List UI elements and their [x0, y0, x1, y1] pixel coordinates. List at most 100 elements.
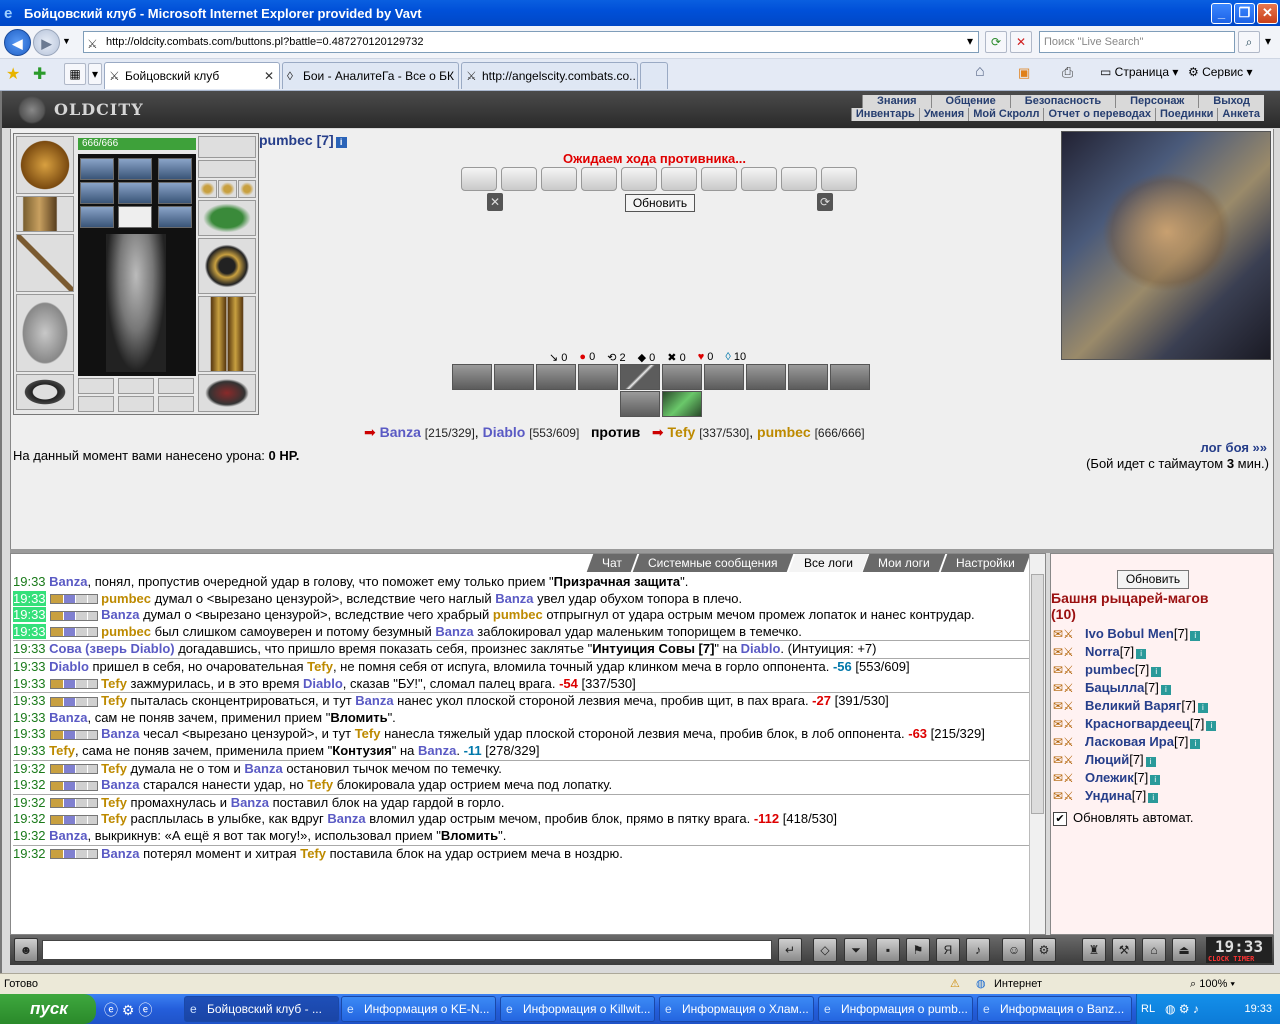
info-icon[interactable]: i [335, 137, 347, 148]
info-icon[interactable]: i [1190, 631, 1201, 641]
skill-icon[interactable] [536, 364, 576, 390]
empty-slot[interactable] [78, 396, 114, 412]
empty-scroll-slot[interactable] [501, 167, 537, 191]
log-time[interactable]: 19:33 [13, 743, 46, 758]
private-message-icon[interactable]: ✉⚔ [1053, 627, 1079, 641]
pet-icon[interactable] [118, 206, 152, 228]
log-time[interactable]: 19:33 [13, 641, 46, 656]
tab-combats[interactable]: ⚔ Бойцовский клуб ✕ [104, 62, 280, 89]
log-player-name[interactable]: Tefy [101, 795, 127, 810]
log-player-name[interactable]: pumbec [101, 591, 151, 606]
menu-character[interactable]: Персонаж [1115, 95, 1199, 108]
menu-skills[interactable]: Умения [918, 108, 969, 121]
log-player-name[interactable]: Tefy [101, 676, 127, 691]
log-player-name[interactable]: Banza [327, 811, 365, 826]
armor-icon[interactable] [16, 294, 74, 372]
tab-system-messages[interactable]: Системные сообщения [632, 554, 793, 572]
log-player-name[interactable]: Diablo [741, 641, 781, 656]
info-icon[interactable]: i [1151, 667, 1162, 677]
private-message-icon[interactable]: ✉⚔ [1053, 771, 1079, 785]
user-name[interactable]: Ivo Bobul Men [1085, 626, 1174, 641]
add-favorite-icon[interactable]: ✚ [33, 64, 46, 84]
tab-all-logs[interactable]: Все логи [788, 554, 868, 572]
room-user[interactable]: ✉⚔ Ундина[7] i [1053, 788, 1271, 806]
info-icon[interactable]: i [1206, 721, 1217, 731]
fighter-banza[interactable]: Banza [380, 424, 421, 440]
tab-list-icon[interactable]: ▾ [88, 63, 102, 85]
menu-inventory[interactable]: Инвентарь [850, 108, 919, 121]
room-refresh-button[interactable]: Обновить [1117, 570, 1189, 589]
sword-skill-icon[interactable] [620, 364, 660, 390]
user-name[interactable]: Великий Варяг [1085, 698, 1181, 713]
address-field[interactable]: ⚔ http://oldcity.combats.com/buttons.pl?… [83, 31, 979, 53]
user-name[interactable]: Ласковая Ира [1085, 734, 1174, 749]
menu-knowledge[interactable]: Знания [862, 95, 931, 108]
log-player-name[interactable]: Banza [101, 607, 139, 622]
user-name[interactable]: pumbec [1085, 662, 1135, 677]
log-player-name[interactable]: Tefy [49, 743, 75, 758]
user-name[interactable]: Бацылла [1085, 680, 1144, 695]
language-indicator[interactable]: RL [1141, 994, 1155, 1024]
taskbar-item[interactable]: e Информация о pumb... [818, 996, 973, 1022]
turn-icon[interactable]: ⟳ [817, 193, 833, 211]
user-name[interactable]: Ундина [1085, 788, 1132, 803]
print-icon[interactable]: ⎙ [1062, 64, 1073, 81]
log-player-name[interactable]: Banza [101, 777, 139, 792]
log-player-name[interactable]: Banza [49, 574, 87, 589]
log-time[interactable]: 19:32 [13, 811, 46, 826]
room-user[interactable]: ✉⚔ pumbec[7] i [1053, 662, 1271, 680]
smiley-icon[interactable]: ☺ [1002, 938, 1026, 962]
info-icon[interactable]: i [1190, 739, 1201, 749]
private-message-icon[interactable]: ✉⚔ [1053, 663, 1079, 677]
skill-icon[interactable] [620, 391, 660, 417]
log-time[interactable]: 19:32 [13, 761, 46, 776]
empty-slot[interactable] [158, 378, 194, 394]
tab-settings[interactable]: Настройки [940, 554, 1031, 572]
forward-button[interactable]: ▶ [33, 29, 60, 56]
fighter-pumbec[interactable]: pumbec [757, 424, 811, 440]
log-time[interactable]: 19:33 [13, 623, 46, 639]
inventory-icon[interactable]: ⚒ [1112, 938, 1136, 962]
log-player-name[interactable]: Tefy [101, 693, 127, 708]
log-player-name[interactable]: Banza [418, 743, 456, 758]
start-button[interactable]: пуск [0, 994, 96, 1024]
room-user[interactable]: ✉⚔ Ласковая Ира[7] i [1053, 734, 1271, 752]
log-player-name[interactable]: Banza [244, 761, 282, 776]
address-dropdown-icon[interactable]: ▾ [962, 31, 978, 53]
translit-icon[interactable]: Я [936, 938, 960, 962]
menu-exit[interactable]: Выход [1198, 95, 1264, 108]
log-time[interactable]: 19:33 [13, 590, 46, 606]
taskbar-item[interactable]: e Информация о Хлам... [659, 996, 814, 1022]
empty-scroll-slot[interactable] [781, 167, 817, 191]
empty-scroll-slot[interactable] [701, 167, 737, 191]
sound-icon[interactable]: ♪ [966, 938, 990, 962]
log-player-name[interactable]: Banza [231, 795, 269, 810]
earring-icon[interactable] [198, 136, 256, 158]
buff-icon[interactable] [80, 182, 114, 204]
log-player-name[interactable]: Сова (зверь Diablo) [49, 641, 174, 656]
magic-skill-icon[interactable] [662, 391, 702, 417]
stop-icon[interactable]: ✕ [1010, 31, 1032, 53]
home-icon[interactable]: ⌂ [975, 63, 985, 81]
private-message-icon[interactable]: ✉⚔ [1053, 735, 1079, 749]
menu-my-scroll[interactable]: Мой Скролл [968, 108, 1044, 121]
taskbar-item[interactable]: e Информация о Killwit... [500, 996, 655, 1022]
search-input[interactable]: Поиск "Live Search" [1039, 31, 1235, 53]
menu-profile[interactable]: Анкета [1217, 108, 1264, 121]
log-player-name[interactable]: Tefy [307, 777, 333, 792]
ring-icon[interactable] [238, 180, 256, 198]
belt-icon[interactable] [16, 374, 74, 410]
empty-scroll-slot[interactable] [821, 167, 857, 191]
empty-slot[interactable] [158, 396, 194, 412]
log-player-name[interactable]: Tefy [101, 761, 127, 776]
log-time[interactable]: 19:33 [13, 693, 46, 708]
tray-icons[interactable]: ◍ ⚙ ♪ [1165, 994, 1199, 1024]
log-time[interactable]: 19:32 [13, 777, 46, 792]
favorites-star-icon[interactable]: ★ [6, 64, 20, 84]
private-message-icon[interactable]: ✉⚔ [1053, 717, 1079, 731]
user-name[interactable]: Красногвардеец [1085, 716, 1190, 731]
character-name[interactable]: pumbec [7] i [259, 132, 347, 148]
log-time[interactable]: 19:32 [13, 828, 46, 843]
fighter-tefy[interactable]: Tefy [668, 424, 696, 440]
ring-icon[interactable] [218, 180, 237, 198]
